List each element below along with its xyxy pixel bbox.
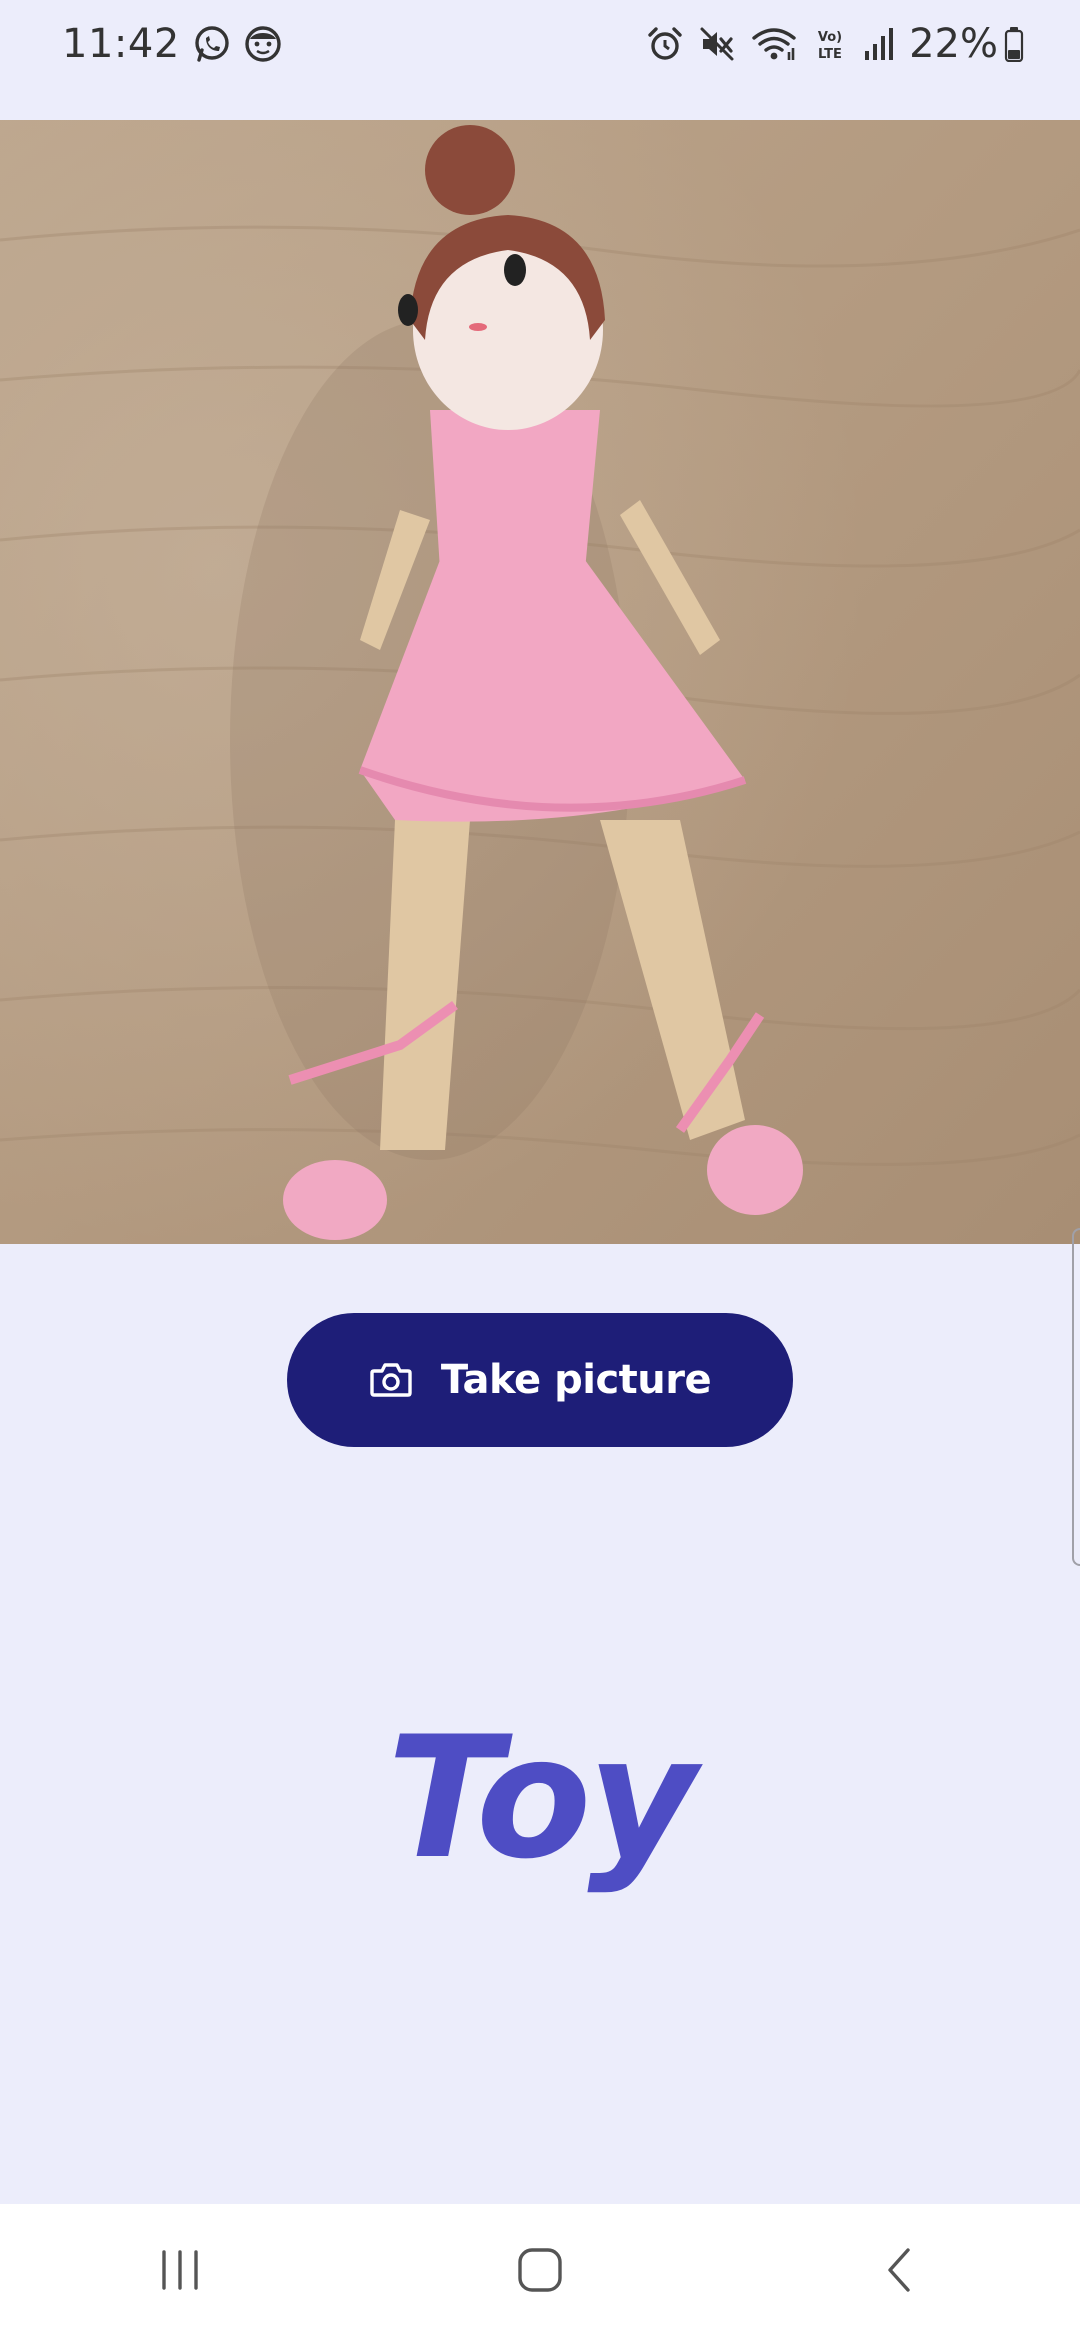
back-icon: [880, 2246, 920, 2298]
camera-icon: [369, 1358, 413, 1402]
status-bar-left: 11:42: [62, 21, 282, 67]
navigation-bar: [0, 2204, 1080, 2340]
status-bar: 11:42 Vo) LTE 22%: [0, 0, 1080, 88]
wifi-icon: [751, 26, 797, 62]
signal-icon: [863, 27, 895, 61]
captured-photo: [0, 120, 1080, 1244]
edge-panel-handle[interactable]: [1072, 1228, 1080, 1566]
mute-icon: [699, 26, 735, 62]
recent-apps-button[interactable]: [120, 2222, 240, 2322]
svg-text:LTE: LTE: [818, 47, 842, 62]
whatsapp-icon: [192, 24, 232, 64]
back-button[interactable]: [840, 2222, 960, 2322]
home-button[interactable]: [480, 2222, 600, 2322]
take-picture-label: Take picture: [440, 1357, 712, 1403]
alarm-icon: [647, 26, 683, 62]
recent-apps-icon: [156, 2248, 204, 2296]
svg-text:Vo): Vo): [818, 30, 842, 45]
battery-icon: [1004, 26, 1024, 62]
take-picture-button[interactable]: Take picture: [287, 1313, 793, 1447]
classification-result: Toy: [387, 1700, 697, 1896]
app-screen: 11:42 Vo) LTE 22% Take picture Toy: [0, 0, 1080, 2340]
volte-icon: Vo) LTE: [813, 26, 847, 62]
home-icon: [516, 2246, 564, 2298]
battery-percent: 22%: [909, 21, 998, 67]
status-bar-right: Vo) LTE 22%: [631, 21, 1024, 67]
status-time: 11:42: [62, 21, 180, 67]
face-notification-icon: [244, 25, 282, 63]
